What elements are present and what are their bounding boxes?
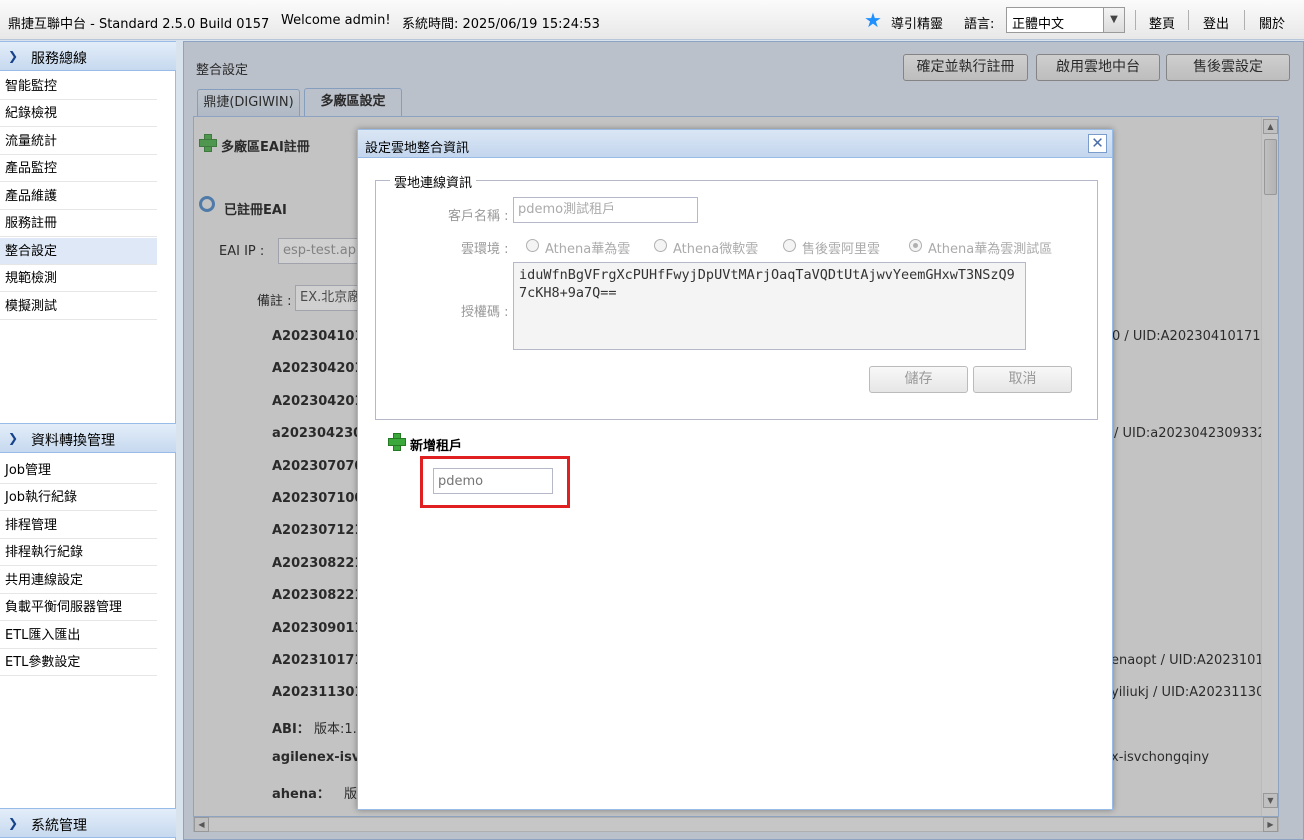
panel-header-service-bus[interactable]: ❯ 服務總線: [0, 41, 176, 71]
star-icon[interactable]: ★: [864, 10, 882, 30]
customer-name-label: 客戶名稱 :: [448, 209, 509, 224]
divider: [1188, 10, 1189, 30]
sidebar-item-load-balance[interactable]: 負載平衡伺服器管理: [0, 594, 157, 621]
sidebar-item-service-register[interactable]: 服務註冊: [0, 210, 157, 237]
env-option[interactable]: 售後雲阿里雲: [802, 238, 880, 257]
sidebar-item-schedule-log[interactable]: 排程執行紀錄: [0, 539, 157, 566]
panel-title: 資料轉換管理: [31, 433, 115, 449]
chevron-down-icon[interactable]: ❯: [8, 49, 18, 63]
divider: [1244, 10, 1245, 30]
env-radio[interactable]: [526, 239, 539, 252]
chevron-right-icon[interactable]: ❯: [8, 816, 18, 830]
cloud-integration-dialog: 設定雲地整合資訊 ✕ 雲地連線資訊 客戶名稱 : pdemo測試租戶 雲環境 :…: [357, 129, 1113, 810]
sidebar-item-integration[interactable]: 整合設定: [0, 238, 157, 265]
about-link[interactable]: 關於: [1259, 13, 1285, 32]
cloud-connection-fieldset: 雲地連線資訊 客戶名稱 : pdemo測試租戶 雲環境 : Athena華為雲 …: [375, 172, 1098, 420]
app-title: 鼎捷互聯中台 - Standard 2.5.0 Build 0157: [8, 17, 270, 32]
dialog-title: 設定雲地整合資訊: [365, 141, 470, 156]
close-icon[interactable]: ✕: [1088, 134, 1107, 153]
add-icon[interactable]: [388, 433, 406, 451]
sidebar-item-etl-io[interactable]: ETL匯入匯出: [0, 622, 157, 649]
tenant-input[interactable]: [433, 468, 553, 494]
customer-name-input[interactable]: pdemo測試租戶: [513, 197, 698, 223]
language-label: 語言:: [964, 17, 995, 32]
cancel-button[interactable]: 取消: [973, 366, 1072, 393]
auth-code-textarea[interactable]: iduWfnBgVFrgXcPUHfFwyjDpUVtMArjOaqTaVQDt…: [513, 262, 1026, 350]
fullpage-link[interactable]: 整頁: [1149, 13, 1175, 32]
cloud-env-label: 雲環境 :: [461, 242, 509, 257]
sidebar-item-simulate[interactable]: 模擬測試: [0, 293, 157, 320]
divider: [1135, 10, 1136, 30]
language-select[interactable]: 正體中文 ▼: [1006, 7, 1125, 33]
env-option[interactable]: Athena華為雲測試區: [928, 238, 1052, 257]
save-button[interactable]: 儲存: [869, 366, 968, 393]
sidebar-item-product-maintain[interactable]: 產品維護: [0, 183, 157, 210]
sidebar-item-job[interactable]: Job管理: [0, 457, 157, 484]
sidebar-item-etl-params[interactable]: ETL參數設定: [0, 649, 157, 676]
env-radio-selected[interactable]: [909, 239, 922, 252]
logout-link[interactable]: 登出: [1203, 13, 1229, 32]
add-tenant-label[interactable]: 新增租戶: [410, 435, 462, 454]
panel-title: 服務總線: [31, 51, 87, 67]
sidebar-item-shared-conn[interactable]: 共用連線設定: [0, 567, 157, 594]
chevron-down-icon[interactable]: ▼: [1103, 8, 1124, 32]
sidebar-item-traffic[interactable]: 流量統計: [0, 128, 157, 155]
env-option[interactable]: Athena微軟雲: [673, 238, 758, 257]
panel-header-data-transform[interactable]: ❯ 資料轉換管理: [0, 423, 176, 453]
fieldset-legend: 雲地連線資訊: [390, 172, 477, 191]
sidebar: ❯ 服務總線 智能監控 紀錄檢視 流量統計 產品監控 產品維護 服務註冊 整合設…: [0, 41, 176, 840]
welcome-text: Welcome admin!: [281, 13, 391, 28]
sidebar-item-log[interactable]: 紀錄檢視: [0, 100, 157, 127]
system-time: 系統時間: 2025/06/19 15:24:53: [402, 17, 600, 32]
dialog-header: 設定雲地整合資訊 ✕: [358, 130, 1112, 158]
panel-title: 系統管理: [31, 818, 87, 834]
language-value: 正體中文: [1012, 17, 1065, 32]
env-radio[interactable]: [654, 239, 667, 252]
chevron-down-icon[interactable]: ❯: [8, 431, 18, 445]
sidebar-item-monitor[interactable]: 智能監控: [0, 73, 157, 100]
sidebar-item-schedule[interactable]: 排程管理: [0, 512, 157, 539]
top-bar: 鼎捷互聯中台 - Standard 2.5.0 Build 0157 Welco…: [0, 0, 1304, 40]
env-option[interactable]: Athena華為雲: [545, 238, 630, 257]
env-radio[interactable]: [783, 239, 796, 252]
sidebar-item-job-log[interactable]: Job執行紀錄: [0, 484, 157, 511]
sidebar-item-product-monitor[interactable]: 產品監控: [0, 155, 157, 182]
guide-link[interactable]: 導引精靈: [891, 13, 943, 32]
auth-code-label: 授權碼 :: [461, 305, 509, 320]
panel-header-system[interactable]: ❯ 系統管理: [0, 808, 176, 838]
sidebar-item-spec-check[interactable]: 規範檢測: [0, 265, 157, 292]
